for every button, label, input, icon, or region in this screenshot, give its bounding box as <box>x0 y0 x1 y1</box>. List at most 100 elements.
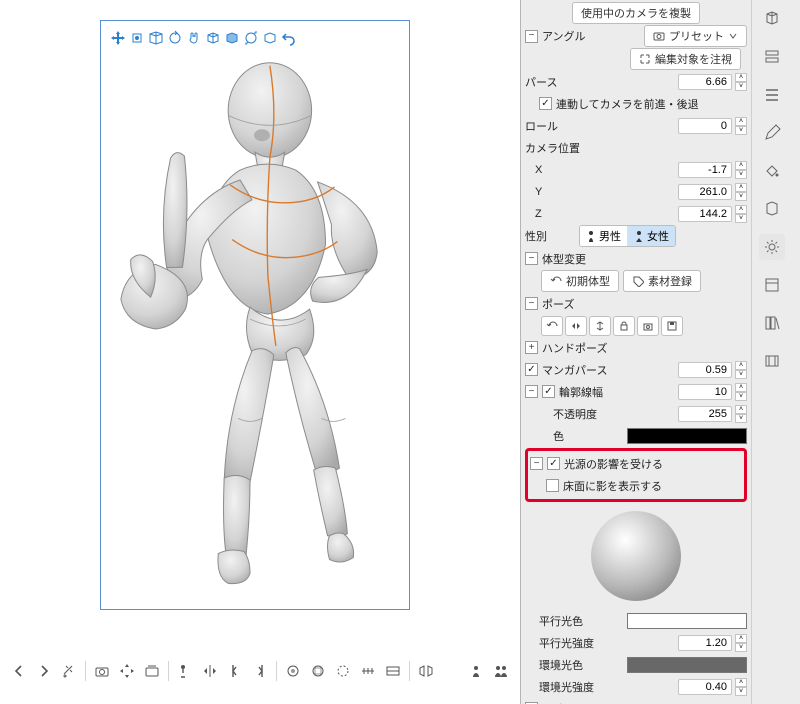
parallel-light-color-swatch[interactable] <box>627 613 747 629</box>
multi-figure-icon[interactable] <box>490 660 512 682</box>
x-label: X <box>525 164 591 176</box>
outline-width-toggle[interactable]: − <box>525 385 538 398</box>
outline-width-checkbox[interactable]: ✓ <box>542 385 555 398</box>
panel-books-icon[interactable] <box>759 310 785 336</box>
property-panel: 使用中のカメラを複製 − アングル プリセット 編集対象を注視 パース 6.66… <box>521 0 751 704</box>
lighting-highlight-box: − ✓ 光源の影響を受ける 床面に影を表示する <box>525 448 747 502</box>
view-cube-2-icon[interactable] <box>223 29 241 47</box>
timeline-1-icon[interactable] <box>357 660 379 682</box>
parallel-light-color-label: 平行光色 <box>525 613 623 629</box>
manga-perspective-field[interactable]: 0.59 <box>678 362 732 378</box>
pose-reset-icon[interactable] <box>541 316 563 336</box>
roll-field[interactable]: 0 <box>678 118 732 134</box>
redo-step-icon[interactable] <box>249 660 271 682</box>
move-camera-checkbox[interactable]: ✓ <box>539 97 552 110</box>
mirror-pose-icon[interactable] <box>415 660 437 682</box>
light-preview[interactable] <box>576 506 696 606</box>
camera-reset-icon[interactable] <box>91 660 113 682</box>
hand-pose-label: ハンドポーズ <box>542 340 607 356</box>
manga-perspective-checkbox[interactable]: ✓ <box>525 363 538 376</box>
view-undo-icon[interactable] <box>280 29 298 47</box>
view-move-icon[interactable] <box>109 29 127 47</box>
panel-bucket-icon[interactable] <box>759 158 785 184</box>
parallel-light-intensity-stepper[interactable]: ˄˅ <box>735 634 747 652</box>
pose-save-icon[interactable] <box>661 316 683 336</box>
lighting-toggle[interactable]: − <box>530 457 543 470</box>
ambient-light-intensity-field[interactable]: 0.40 <box>678 679 732 695</box>
pose-toggle[interactable]: − <box>525 297 538 310</box>
pose-controls <box>541 316 683 336</box>
preset-dropdown[interactable]: プリセット <box>644 25 747 47</box>
panel-library-icon[interactable] <box>759 196 785 222</box>
panel-gear-icon[interactable] <box>759 234 785 260</box>
ambient-light-color-swatch[interactable] <box>627 657 747 673</box>
manga-perspective-stepper[interactable]: ˄˅ <box>735 361 747 379</box>
settings-icon[interactable] <box>58 660 80 682</box>
camera-icon <box>653 30 665 42</box>
view-hand-icon[interactable] <box>185 29 203 47</box>
body-type-label: 体型変更 <box>542 251 586 267</box>
interp-1-icon[interactable] <box>282 660 304 682</box>
view-rotate-icon[interactable] <box>166 29 184 47</box>
y-field[interactable]: 261.0 <box>678 184 732 200</box>
panel-pencil-icon[interactable] <box>759 120 785 146</box>
hand-pose-toggle[interactable]: + <box>525 341 538 354</box>
viewport-toolbar <box>109 29 298 47</box>
opacity-field[interactable]: 255 <box>678 406 732 422</box>
outline-width-stepper[interactable]: ˄˅ <box>735 383 747 401</box>
single-figure-icon[interactable] <box>465 660 487 682</box>
gender-male-button[interactable]: 男性 <box>580 226 627 246</box>
roll-stepper[interactable]: ˄˅ <box>735 117 747 135</box>
panel-timeline-icon[interactable] <box>759 44 785 70</box>
parallel-light-intensity-field[interactable]: 1.20 <box>678 635 732 651</box>
show-floor-shadow-checkbox[interactable] <box>546 479 559 492</box>
perspective-stepper[interactable]: ˄˅ <box>735 73 747 91</box>
camera-frame-icon[interactable] <box>141 660 163 682</box>
ambient-light-intensity-stepper[interactable]: ˄˅ <box>735 678 747 696</box>
perspective-field[interactable]: 6.66 <box>678 74 732 90</box>
timeline-2-icon[interactable] <box>382 660 404 682</box>
axis-toggle-icon[interactable] <box>174 660 196 682</box>
body-type-toggle[interactable]: − <box>525 252 538 265</box>
outline-width-field[interactable]: 10 <box>678 384 732 400</box>
viewport[interactable] <box>100 20 410 610</box>
pose-label: ポーズ <box>542 296 574 312</box>
z-stepper[interactable]: ˄˅ <box>735 205 747 223</box>
z-field[interactable]: 144.2 <box>678 206 732 222</box>
view-fit-icon[interactable] <box>147 29 165 47</box>
opacity-stepper[interactable]: ˄˅ <box>735 405 747 423</box>
panel-objects-icon[interactable] <box>759 6 785 32</box>
outline-width-label: 輪郭線幅 <box>559 384 674 400</box>
pose-mirror-icon[interactable] <box>565 316 587 336</box>
gender-female-button[interactable]: 女性 <box>627 226 675 246</box>
view-cube-3-icon[interactable] <box>261 29 279 47</box>
flip-h-icon[interactable] <box>199 660 221 682</box>
view-center-icon[interactable] <box>128 29 146 47</box>
focus-edit-target-button[interactable]: 編集対象を注視 <box>630 48 741 70</box>
camera-focus-icon[interactable] <box>116 660 138 682</box>
x-stepper[interactable]: ˄˅ <box>735 161 747 179</box>
pose-lock-icon[interactable] <box>613 316 635 336</box>
panel-clips-icon[interactable] <box>759 348 785 374</box>
receive-light-checkbox[interactable]: ✓ <box>547 457 560 470</box>
panel-window-icon[interactable] <box>759 272 785 298</box>
loop-toggle-icon[interactable] <box>332 660 354 682</box>
figure-3d[interactable] <box>101 21 409 607</box>
duplicate-camera-button[interactable]: 使用中のカメラを複製 <box>572 2 700 24</box>
x-field[interactable]: -1.7 <box>678 162 732 178</box>
view-cube-1-icon[interactable] <box>204 29 222 47</box>
register-material-button[interactable]: 素材登録 <box>623 270 701 292</box>
panel-list-icon[interactable] <box>759 82 785 108</box>
pose-flip-icon[interactable] <box>589 316 611 336</box>
interp-2-icon[interactable] <box>307 660 329 682</box>
pose-camera-icon[interactable] <box>637 316 659 336</box>
initial-body-button[interactable]: 初期体型 <box>541 270 619 292</box>
outline-color-swatch[interactable] <box>627 428 747 444</box>
nav-prev-icon[interactable] <box>8 660 30 682</box>
undo-step-icon[interactable] <box>224 660 246 682</box>
opacity-label: 不透明度 <box>525 406 674 422</box>
y-stepper[interactable]: ˄˅ <box>735 183 747 201</box>
view-loop-icon[interactable] <box>242 29 260 47</box>
nav-next-icon[interactable] <box>33 660 55 682</box>
angle-collapse-toggle[interactable]: − <box>525 30 538 43</box>
